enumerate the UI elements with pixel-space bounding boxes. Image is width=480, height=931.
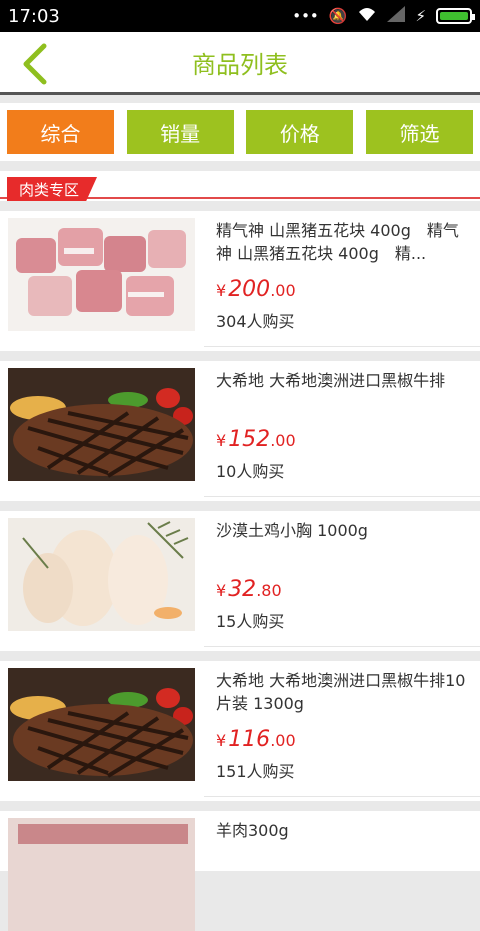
status-icons: ••• 🔕 ⚡ [292, 6, 475, 26]
product-item[interactable]: 精气神 山黑猪五花块 400g 精气神 山黑猪五花块 400g 精... ¥20… [0, 211, 480, 351]
product-image-steak [8, 368, 195, 481]
product-name: 沙漠土鸡小胸 1000g [216, 521, 368, 540]
product-image-steak [8, 668, 195, 781]
product-price: ¥116.00 [216, 727, 296, 752]
product-image-mutton [8, 818, 195, 931]
product-image-chicken [8, 518, 195, 631]
product-price: ¥200.00 [216, 277, 296, 302]
status-bar: 17:03 ••• 🔕 ⚡ [0, 0, 480, 32]
section-title: 肉类专区 [7, 177, 98, 201]
product-item[interactable]: 羊肉300g [0, 811, 480, 931]
product-price: ¥32.80 [216, 577, 282, 602]
back-arrow-icon[interactable] [16, 40, 56, 88]
product-name: 羊肉300g [216, 821, 289, 840]
product-name: 大希地 大希地澳洲进口黑椒牛排10片装 1300g [216, 671, 466, 713]
status-time: 17:03 [8, 5, 60, 27]
product-image-pork [8, 218, 195, 331]
tab-sales[interactable]: 销量 [126, 110, 234, 154]
more-dots-icon: ••• [292, 7, 319, 25]
sold-count: 15人购买 [216, 612, 285, 631]
product-price: ¥152.00 [216, 427, 296, 452]
sold-count: 151人购买 [216, 762, 295, 781]
product-name: 精气神 山黑猪五花块 400g 精气神 山黑猪五花块 400g 精... [216, 221, 459, 263]
product-item[interactable]: 大希地 大希地澳洲进口黑椒牛排10片装 1300g ¥116.00 151人购买 [0, 661, 480, 801]
sold-count: 304人购买 [216, 312, 295, 331]
sold-count: 10人购买 [216, 462, 285, 481]
mute-icon: 🔕 [328, 7, 348, 25]
filter-tabs: 综合 销量 价格 筛选 [0, 103, 480, 161]
wifi-icon [357, 6, 377, 26]
product-item[interactable]: 大希地 大希地澳洲进口黑椒牛排 ¥152.00 10人购买 [0, 361, 480, 501]
section-header: 肉类专区 [0, 171, 480, 201]
signal-icon [387, 6, 406, 26]
product-item[interactable]: 沙漠土鸡小胸 1000g ¥32.80 15人购买 [0, 511, 480, 651]
battery-icon [436, 8, 475, 24]
tab-price[interactable]: 价格 [246, 110, 354, 154]
tab-filter[interactable]: 筛选 [365, 110, 473, 154]
charging-icon: ⚡ [415, 7, 426, 25]
tab-comprehensive[interactable]: 综合 [7, 110, 114, 154]
page-title: 商品列表 [192, 50, 288, 79]
app-header: 商品列表 [0, 32, 480, 95]
product-list: 精气神 山黑猪五花块 400g 精气神 山黑猪五花块 400g 精... ¥20… [0, 211, 480, 931]
product-name: 大希地 大希地澳洲进口黑椒牛排 [216, 371, 446, 390]
